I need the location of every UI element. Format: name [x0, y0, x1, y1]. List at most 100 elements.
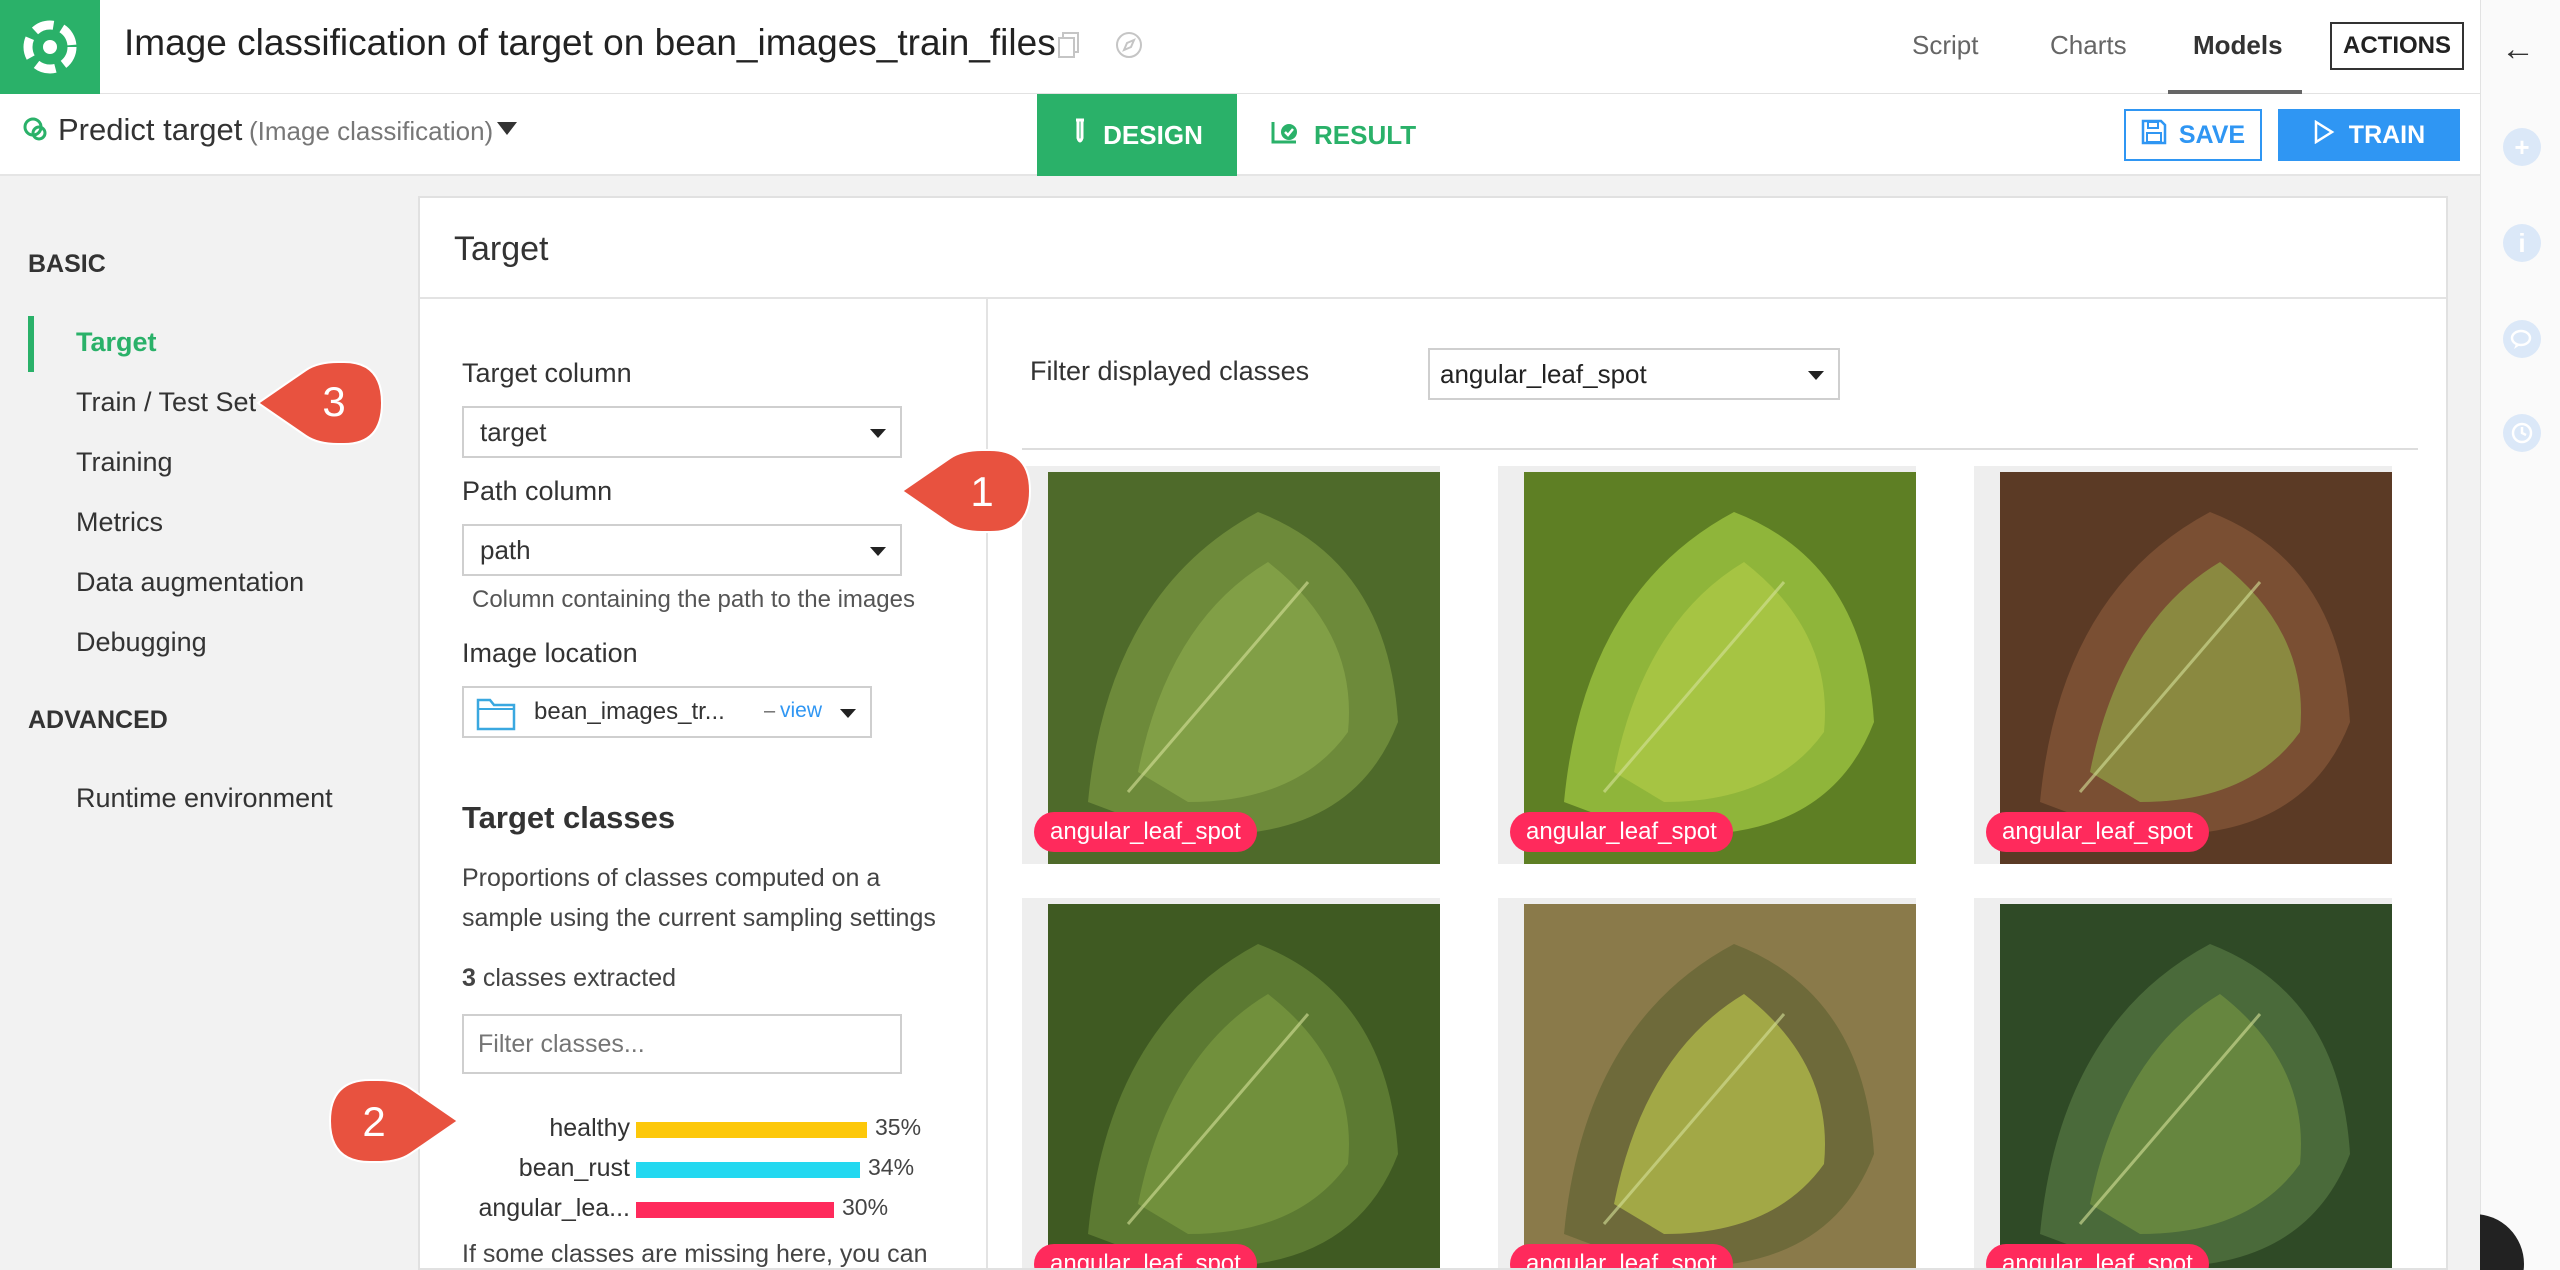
leaf-photo	[2000, 904, 2392, 1268]
model-subheader: Predict target (Image classification) DE…	[0, 94, 2480, 176]
top-header: Image classification of target on bean_i…	[0, 0, 2480, 94]
plus-icon[interactable]: +	[2503, 128, 2541, 166]
sidebar-item-train-test-set[interactable]: Train / Test Set	[76, 387, 256, 418]
image-class-label: angular_leaf_spot	[1034, 812, 1257, 852]
logo-icon	[23, 20, 77, 74]
tab-result-label: RESULT	[1314, 119, 1417, 150]
leaf-photo	[2000, 472, 2392, 864]
filter-displayed-classes-select[interactable]: angular_leaf_spot	[1428, 348, 1840, 400]
path-column-value: path	[480, 535, 531, 565]
target-column-value: target	[480, 417, 547, 447]
column-divider	[986, 299, 988, 1268]
info-icon[interactable]: i	[2503, 224, 2541, 262]
copy-icon[interactable]	[1054, 31, 1084, 61]
tab-script[interactable]: Script	[1912, 30, 1978, 61]
filter-displayed-classes-label: Filter displayed classes	[1030, 356, 1310, 386]
gallery-image[interactable]: angular_leaf_spot	[1498, 898, 1916, 1268]
class-proportion-bar	[636, 1122, 867, 1138]
tab-result[interactable]: RESULT	[1270, 94, 1430, 176]
dataiku-logo[interactable]	[0, 0, 100, 94]
caret-down-icon	[870, 547, 886, 556]
path-column-select[interactable]: path	[462, 524, 902, 576]
caret-down-icon	[870, 429, 886, 438]
play-icon	[2313, 119, 2335, 151]
sidebar-item-debugging[interactable]: Debugging	[76, 627, 207, 658]
sidebar-item-training[interactable]: Training	[76, 447, 173, 478]
chevron-down-icon[interactable]	[497, 122, 517, 141]
sidebar-item-data-augmentation[interactable]: Data augmentation	[76, 567, 304, 598]
compass-icon[interactable]	[1114, 31, 1144, 61]
tab-models[interactable]: Models	[2193, 30, 2283, 61]
class-name: healthy	[549, 1114, 630, 1142]
floppy-icon	[2141, 119, 2167, 152]
leaf-photo	[1048, 472, 1440, 864]
tab-design-label: DESIGN	[1103, 119, 1203, 150]
proportions-text-line1: Proportions of classes computed on a	[462, 864, 881, 892]
target-classes-heading: Target classes	[462, 800, 676, 835]
callout-1-number: 1	[970, 468, 993, 515]
class-proportion-bar	[636, 1202, 834, 1218]
sidebar-heading-advanced: ADVANCED	[28, 706, 168, 734]
callout-2: 2	[328, 1079, 460, 1163]
analysis-title[interactable]: Predict target	[58, 112, 242, 148]
class-name: angular_lea...	[478, 1194, 630, 1222]
image-location-select[interactable]: bean_images_tr... – view	[462, 686, 872, 738]
analysis-subtitle: (Image classification)	[249, 116, 494, 146]
class-proportion-bar	[636, 1162, 860, 1178]
train-button[interactable]: TRAIN	[2278, 109, 2460, 161]
classes-count: 3	[462, 964, 476, 992]
folder-icon	[476, 694, 516, 737]
save-label: SAVE	[2178, 120, 2246, 149]
image-class-label: angular_leaf_spot	[1510, 1244, 1733, 1268]
target-column-select[interactable]: target	[462, 406, 902, 458]
page-title: Image classification of target on bean_i…	[124, 22, 1056, 63]
sidebar-item-metrics[interactable]: Metrics	[76, 507, 163, 538]
gallery-divider	[1022, 448, 2418, 450]
image-location-label: Image location	[462, 638, 638, 668]
image-location-dash: –	[764, 700, 776, 722]
path-column-help: Column containing the path to the images	[472, 586, 915, 613]
target-column-label: Target column	[462, 358, 632, 388]
caret-down-icon	[1808, 371, 1824, 380]
result-check-icon	[1270, 118, 1300, 153]
gallery-image[interactable]: angular_leaf_spot	[1974, 466, 2392, 864]
flask-icon	[1071, 118, 1089, 153]
discussion-icon[interactable]	[2503, 320, 2541, 358]
class-name: bean_rust	[518, 1154, 630, 1182]
back-arrow-icon[interactable]: ←	[2501, 30, 2535, 69]
sidebar-item-target[interactable]: Target	[76, 327, 157, 358]
callout-2-number: 2	[362, 1098, 385, 1145]
sidebar-item-runtime-environment[interactable]: Runtime environment	[76, 783, 333, 814]
card-title: Target	[454, 230, 549, 268]
card-divider	[420, 297, 2446, 299]
caret-down-icon[interactable]	[840, 709, 856, 718]
callout-1: 1	[900, 449, 1032, 533]
leaf-photo	[1524, 472, 1916, 864]
filter-classes-input[interactable]	[462, 1014, 902, 1074]
leaf-photo	[1048, 904, 1440, 1268]
actions-button[interactable]: ACTIONS	[2330, 22, 2464, 70]
path-column-label: Path column	[462, 476, 613, 506]
right-rail: ← + i	[2480, 0, 2560, 1270]
image-class-label: angular_leaf_spot	[1510, 812, 1733, 852]
image-class-label: angular_leaf_spot	[1034, 1244, 1257, 1268]
proportions-text-line2: sample using the current sampling settin…	[462, 904, 936, 932]
callout-3-number: 3	[322, 378, 345, 425]
class-row: angular_lea... 30%	[420, 1194, 986, 1224]
image-location-value: bean_images_tr...	[534, 698, 725, 725]
image-class-label: angular_leaf_spot	[1986, 812, 2209, 852]
callout-3: 3	[256, 361, 384, 445]
filter-displayed-classes-value: angular_leaf_spot	[1440, 359, 1647, 389]
tab-design[interactable]: DESIGN	[1037, 94, 1237, 176]
class-percent: 35%	[875, 1114, 922, 1140]
clock-icon[interactable]	[2503, 414, 2541, 452]
gallery-image[interactable]: angular_leaf_spot	[1022, 466, 1440, 864]
view-link[interactable]: view	[780, 699, 822, 723]
tab-charts[interactable]: Charts	[2050, 30, 2127, 61]
model-type-icon	[22, 116, 50, 149]
class-row: bean_rust 34%	[420, 1154, 986, 1184]
save-button[interactable]: SAVE	[2124, 109, 2262, 161]
gallery-image[interactable]: angular_leaf_spot	[1498, 466, 1916, 864]
gallery-image[interactable]: angular_leaf_spot	[1974, 898, 2392, 1268]
gallery-image[interactable]: angular_leaf_spot	[1022, 898, 1440, 1268]
